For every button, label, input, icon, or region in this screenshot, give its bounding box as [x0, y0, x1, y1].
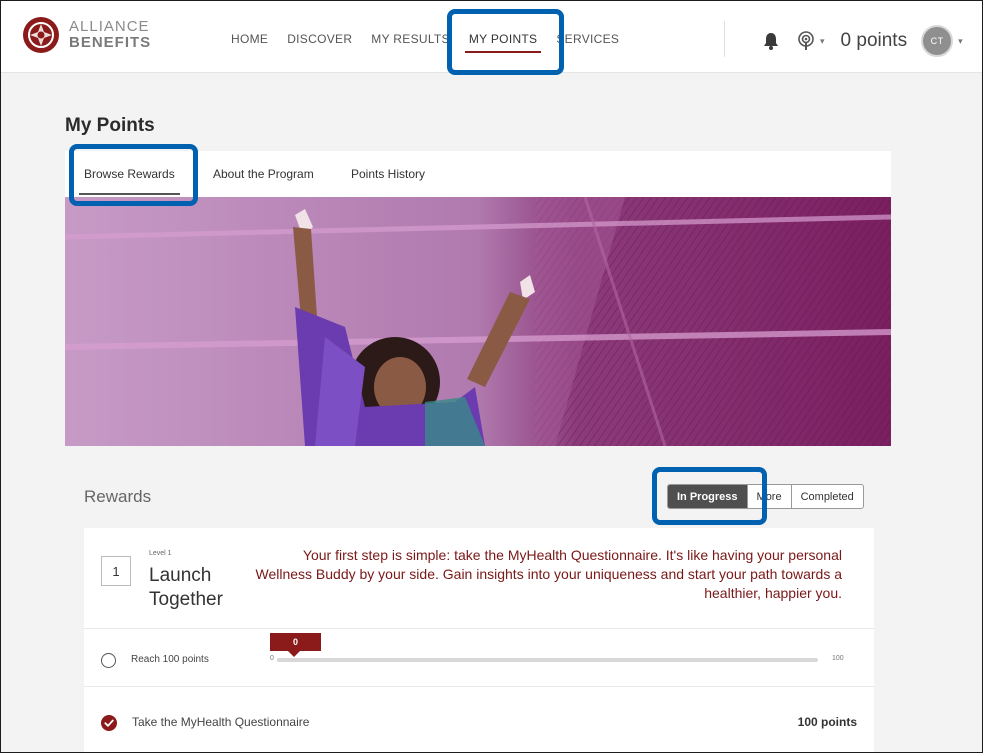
bell-icon[interactable] — [761, 31, 781, 51]
reward-level-card: 1 Level 1 Launch Together Your first ste… — [84, 528, 874, 752]
level-description: Your first step is simple: take the MyHe… — [255, 547, 842, 601]
progress-current-value: 0 — [292, 637, 298, 647]
tab-points-history[interactable]: Points History — [351, 167, 425, 181]
avatar[interactable]: CT — [921, 25, 954, 57]
progress-badge-pointer — [288, 651, 300, 657]
tab-about-program[interactable]: About the Program — [213, 167, 314, 181]
nav-home[interactable]: HOME — [231, 32, 268, 46]
task-label[interactable]: Take the MyHealth Questionnaire — [132, 715, 309, 729]
card-divider — [84, 686, 874, 687]
rewards-heading: Rewards — [84, 487, 152, 506]
nav-utilities: ▾ 0 points CT ▾ — [761, 25, 963, 57]
level-label: Level 1 — [149, 550, 172, 557]
main-nav: HOME DISCOVER MY RESULTS MY POINTS SERVI… — [231, 32, 638, 53]
filter-completed[interactable]: Completed — [790, 485, 863, 508]
progress-current-badge: 0 — [270, 633, 321, 651]
brand-logo[interactable]: ALLIANCE BENEFITS — [21, 15, 151, 55]
progress-track — [277, 658, 818, 662]
task-points: 100 points — [797, 715, 857, 729]
check-circle-icon — [101, 715, 117, 731]
nav-services[interactable]: SERVICES — [556, 32, 619, 46]
brand-name-line1: ALLIANCE — [69, 18, 150, 35]
podcast-icon[interactable] — [797, 31, 815, 51]
highlight-in-progress — [652, 467, 767, 525]
goal-radio[interactable] — [101, 653, 116, 668]
nav-discover[interactable]: DISCOVER — [287, 32, 352, 46]
progress-max: 100 — [832, 655, 844, 662]
goal-label: Reach 100 points — [131, 654, 209, 665]
nav-my-results[interactable]: MY RESULTS — [371, 32, 450, 46]
nav-divider — [724, 21, 725, 57]
alliance-logo-icon — [23, 17, 59, 53]
avatar-initials: CT — [930, 36, 944, 46]
page-title: My Points — [65, 115, 155, 136]
chevron-down-icon[interactable]: ▾ — [820, 36, 825, 47]
brand-name: ALLIANCE BENEFITS — [69, 19, 151, 51]
avatar-chevron-down-icon[interactable]: ▾ — [958, 36, 963, 47]
level-number-badge: 1 — [101, 556, 131, 586]
hero-image — [65, 197, 891, 446]
level-name: Launch Together — [149, 565, 223, 610]
card-divider — [84, 628, 874, 629]
points-total[interactable]: 0 points — [841, 30, 908, 52]
level-number: 1 — [112, 563, 120, 579]
brand-name-line2: BENEFITS — [69, 34, 152, 51]
highlight-browse-rewards — [69, 144, 198, 206]
highlight-my-points — [447, 9, 564, 75]
progress-min: 0 — [270, 655, 274, 662]
app-window: ALLIANCE BENEFITS HOME DISCOVER MY RESUL… — [0, 0, 983, 753]
